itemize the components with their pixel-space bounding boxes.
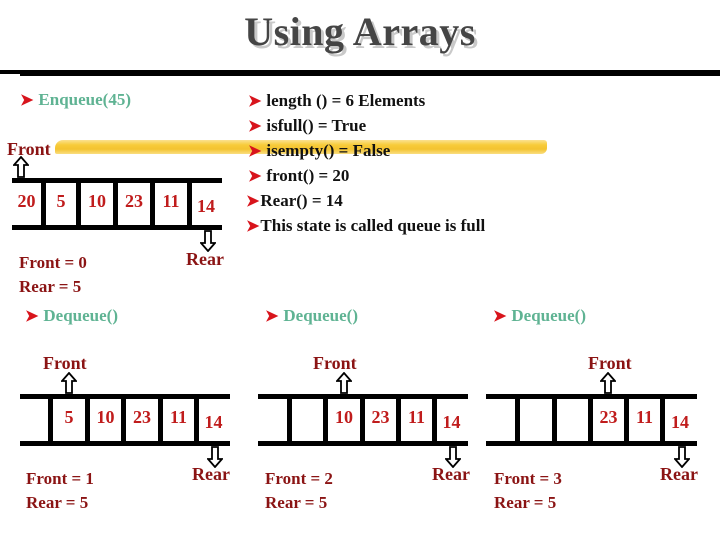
bullet-arrow-icon: ➤ [246,193,260,210]
dequeue-1-front-label: Front [43,353,87,373]
bullet-arrow-icon: ➤ [25,308,39,325]
array-cell: 14 [204,412,223,432]
array-cell: 23 [125,191,143,211]
array-cell-divider [515,394,520,446]
property-item: ➤ length () = 6 Elements [248,91,426,110]
title-rule [20,70,720,76]
dequeue-1-front-state: Front = 1 [26,469,94,488]
dequeue-3-label: Dequeue() [511,306,587,325]
dequeue-1-bullet: ➤ Dequeue() [25,306,118,326]
bullet-arrow-icon: ➤ [493,308,507,325]
bullet-arrow-icon: ➤ [265,308,279,325]
array-cell: 5 [56,191,66,211]
property-item: ➤ front() = 20 [248,166,350,185]
array-cell: 11 [635,407,653,427]
dequeue-2-bullet: ➤ Dequeue() [265,306,358,326]
bullet-arrow-icon: ➤ [248,168,262,185]
dequeue-1-label: Dequeue() [43,306,119,325]
bullet-arrow-icon: ➤ [248,118,262,135]
properties-list: ➤ length () = 6 Elements ➤ isfull() = True… [246,89,486,239]
dequeue-3-rear-state: Rear = 5 [494,493,557,512]
array-cell: 14 [671,412,689,432]
front-pointer-arrow-icon [599,371,617,399]
dequeue-2-label: Dequeue() [283,306,359,325]
dequeue-3-bullet: ➤ Dequeue() [493,306,586,326]
bullet-arrow-icon: ➤ [248,93,262,110]
queue-array-dequeue-1: 5 10 23 11 14 [20,394,230,446]
queue-array-enqueue: 20 5 10 23 11 14 [12,178,222,230]
front-pointer-arrow-icon [59,371,78,399]
slide-title: Using Arrays [244,9,476,54]
rear-pointer-arrow-icon [672,446,691,473]
array-cell: 11 [169,407,187,427]
front-pointer-arrow-icon [334,371,353,399]
array-cell: 10 [335,407,353,427]
enqueue-rear-state: Rear = 5 [19,277,82,296]
dequeue-3-front-label: Front [588,353,632,373]
array-cell: 10 [88,191,106,211]
property-item: ➤ isfull() = True [248,116,367,135]
bullet-arrow-icon: ➤ [20,92,34,109]
front-pointer-arrow-icon [11,155,30,183]
property-item: ➤ isempty() = False [248,141,391,160]
enqueue-bullet: ➤ Enqueue(45) [20,90,131,110]
array-cell-divider [552,394,557,446]
array-cell: 23 [599,407,618,427]
bullet-arrow-icon: ➤ [246,218,260,235]
dequeue-2-front-state: Front = 2 [265,469,333,488]
array-cell: 14 [442,412,461,432]
array-cell: 20 [17,191,36,211]
dequeue-2-rear-state: Rear = 5 [265,493,328,512]
array-cell: 23 [371,407,390,427]
dequeue-3-front-state: Front = 3 [494,469,562,488]
array-cell: 11 [162,191,180,211]
array-cell: 14 [197,196,215,216]
property-item: ➤This state is called queue is full [246,216,486,235]
enqueue-label: Enqueue(45) [38,90,131,109]
array-cell: 23 [133,407,151,427]
property-item: ➤Rear() = 14 [246,191,343,210]
dequeue-1-rear-state: Rear = 5 [26,493,89,512]
array-cell: 5 [64,407,74,427]
enqueue-front-state: Front = 0 [19,253,87,272]
title-rule-left [0,70,20,74]
dequeue-2-front-label: Front [313,353,357,373]
array-cell: 11 [407,407,425,427]
queue-array-dequeue-3: 23 11 14 [486,394,697,446]
rear-pointer-arrow-icon [444,446,462,473]
queue-array-dequeue-2: 10 23 11 14 [258,394,468,446]
rear-pointer-arrow-icon [198,230,217,257]
array-cell: 10 [96,407,115,427]
rear-pointer-arrow-icon [206,446,224,473]
bullet-arrow-icon: ➤ [248,143,262,160]
array-cell-divider [287,394,292,446]
